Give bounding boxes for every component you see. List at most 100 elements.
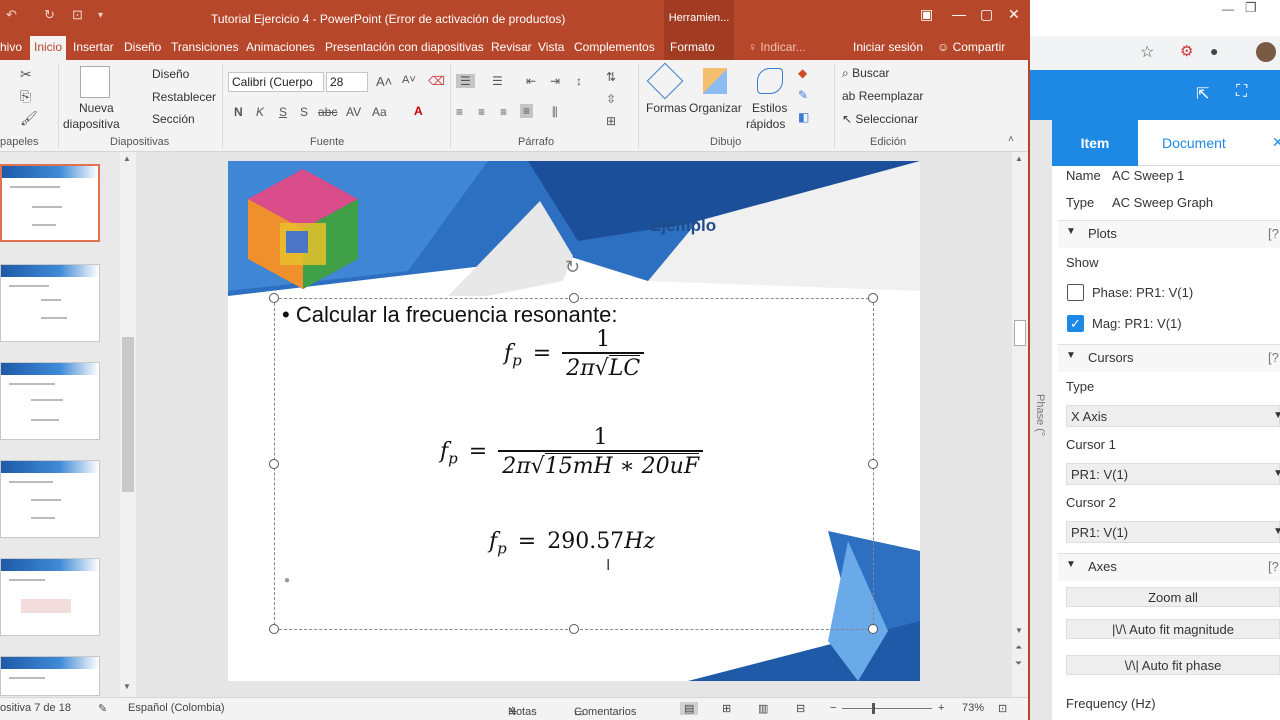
line-spacing-icon[interactable]: ↕	[576, 74, 582, 88]
smartart-icon[interactable]: ⊞	[606, 114, 616, 128]
extension-icon[interactable]: ⚙	[1180, 42, 1193, 60]
scrollbar-thumb[interactable]	[122, 337, 134, 492]
collapse-ribbon-icon[interactable]: ˄	[1008, 134, 1014, 145]
tab-document[interactable]: Document	[1162, 135, 1226, 151]
ribbon-display-icon[interactable]: ▣	[920, 6, 933, 23]
cursors-section-header[interactable]: ▼ Cursors [?	[1058, 344, 1280, 372]
help-icon[interactable]: [?	[1268, 226, 1279, 241]
customize-icon[interactable]: ▾	[98, 10, 103, 21]
copy-icon[interactable]: ⎘	[20, 88, 31, 105]
justify-icon[interactable]: ≡	[520, 104, 534, 118]
scroll-down-icon[interactable]: ▼	[123, 682, 131, 691]
arrange-button[interactable]: Organizar	[689, 101, 742, 115]
tab-animaciones[interactable]: Animaciones	[246, 40, 315, 54]
fit-slide-icon[interactable]: ⊡	[998, 702, 1007, 715]
slide[interactable]: Ejemplo ↻ • Calcular la frecuencia reson…	[228, 161, 920, 681]
tab-item[interactable]: Item	[1052, 120, 1138, 166]
slideshow-icon[interactable]: ⊟	[796, 702, 805, 715]
font-size-combo[interactable]: 28	[326, 72, 368, 92]
tab-complementos[interactable]: Complementos	[574, 40, 655, 54]
quick-styles-button-2[interactable]: rápidos	[746, 117, 785, 131]
new-slide-label-2[interactable]: diapositiva	[63, 117, 120, 131]
tab-formato[interactable]: Formato	[664, 36, 734, 60]
cut-icon[interactable]: ✂	[20, 66, 32, 83]
replace-button[interactable]: ab Reemplazar	[842, 89, 923, 103]
cursor-type-select[interactable]: X Axis ▼	[1066, 405, 1280, 427]
italic-icon[interactable]: K	[256, 105, 264, 119]
slide-scrollbar[interactable]: ▲ ▼ ⏶ ⏷	[1012, 152, 1028, 697]
scrollbar-thumb[interactable]	[1014, 320, 1026, 346]
shape-effects-icon[interactable]: ◧	[798, 110, 809, 124]
axes-section-header[interactable]: ▼ Axes [?	[1058, 553, 1280, 581]
zoom-slider-thumb[interactable]	[872, 703, 875, 714]
popout-icon[interactable]: ⇱	[1196, 84, 1209, 104]
tab-transiciones[interactable]: Transiciones	[171, 40, 239, 54]
plots-section-header[interactable]: ▼ Plots [?	[1058, 220, 1280, 248]
tell-me-box[interactable]: ♀ Indicar...	[748, 40, 806, 54]
star-icon[interactable]: ☆	[1140, 42, 1154, 62]
tab-insertar[interactable]: Insertar	[73, 40, 114, 54]
increase-indent-icon[interactable]: ⇥	[550, 74, 560, 88]
scroll-up-icon[interactable]: ▲	[1015, 154, 1023, 163]
avatar[interactable]	[1256, 42, 1276, 62]
new-slide-label[interactable]: Nueva	[79, 101, 114, 115]
auto-fit-magnitude-button[interactable]: |\/\ Auto fit magnitude	[1066, 619, 1280, 639]
bold-icon[interactable]: N	[234, 105, 243, 119]
resize-handle[interactable]	[269, 293, 279, 303]
signin-link[interactable]: Iniciar sesión	[853, 40, 923, 54]
restore-icon[interactable]: ❐	[1245, 0, 1257, 16]
underline-icon[interactable]: S	[279, 105, 287, 119]
shrink-font-icon[interactable]: A˅	[402, 74, 416, 86]
font-color-icon[interactable]: A	[414, 104, 423, 118]
grow-font-icon[interactable]: A˄	[376, 74, 392, 89]
extension-2-icon[interactable]: ●	[1210, 43, 1218, 59]
select-button[interactable]: ↖ Seleccionar	[842, 112, 918, 126]
resize-handle[interactable]	[269, 459, 279, 469]
format-painter-icon[interactable]: 🖌	[20, 110, 38, 127]
tab-revisar[interactable]: Revisar	[491, 40, 532, 54]
reset-button[interactable]: Restablecer	[152, 90, 216, 104]
redo-icon[interactable]: ↻	[44, 7, 55, 23]
resize-handle[interactable]	[868, 624, 878, 634]
prev-slide-icon[interactable]: ⏶	[1015, 642, 1022, 653]
bullets-icon[interactable]: ☰	[456, 74, 475, 88]
align-right-icon[interactable]: ≡	[500, 105, 507, 119]
fullscreen-icon[interactable]: ⛶	[1236, 83, 1247, 101]
tab-vista[interactable]: Vista	[538, 40, 564, 54]
zoom-level[interactable]: 73%	[962, 702, 984, 714]
slide-thumbnail[interactable]	[0, 164, 100, 242]
shadow-icon[interactable]: S	[300, 105, 308, 119]
scroll-up-icon[interactable]: ▲	[123, 154, 131, 163]
tab-archivo[interactable]: hivo	[0, 40, 22, 54]
slide-thumbnail[interactable]	[0, 362, 100, 440]
slide-thumbnail[interactable]	[0, 264, 100, 342]
numbering-icon[interactable]: ☰	[492, 74, 503, 88]
tab-presentacion[interactable]: Presentación con diapositivas	[325, 40, 484, 54]
resize-handle[interactable]	[868, 293, 878, 303]
slide-sorter-icon[interactable]: ⊞	[722, 702, 731, 715]
align-text-icon[interactable]: ⇳	[606, 92, 616, 106]
resize-handle[interactable]	[868, 459, 878, 469]
cursor2-select[interactable]: PR1: V(1) ▼	[1066, 521, 1280, 543]
tab-inicio[interactable]: Inicio	[30, 36, 67, 60]
undo-icon[interactable]: ↶	[6, 7, 17, 23]
minimize-button[interactable]: —	[952, 6, 966, 22]
resize-handle[interactable]	[269, 624, 279, 634]
mag-checkbox[interactable]: ✓	[1067, 315, 1084, 332]
language-indicator[interactable]: Español (Colombia)	[128, 702, 225, 714]
shape-fill-icon[interactable]: ◆	[798, 66, 807, 80]
tab-diseno[interactable]: Diseño	[124, 40, 161, 54]
shapes-button[interactable]: Formas	[646, 101, 687, 115]
align-left-icon[interactable]: ≡	[456, 105, 463, 119]
columns-icon[interactable]: ⫼	[552, 105, 558, 120]
help-icon[interactable]: [?	[1268, 559, 1279, 574]
quick-styles-icon[interactable]	[757, 68, 783, 94]
zoom-in-icon[interactable]: +	[938, 702, 944, 714]
help-icon[interactable]: [?	[1268, 350, 1279, 365]
spellcheck-icon[interactable]: ✎	[98, 702, 107, 715]
next-slide-icon[interactable]: ⏷	[1015, 658, 1022, 669]
decrease-indent-icon[interactable]: ⇤	[526, 74, 536, 88]
rotate-handle-icon[interactable]: ↻	[565, 257, 580, 278]
align-center-icon[interactable]: ≡	[478, 105, 485, 119]
find-button[interactable]: ⌕ Buscar	[842, 66, 889, 81]
